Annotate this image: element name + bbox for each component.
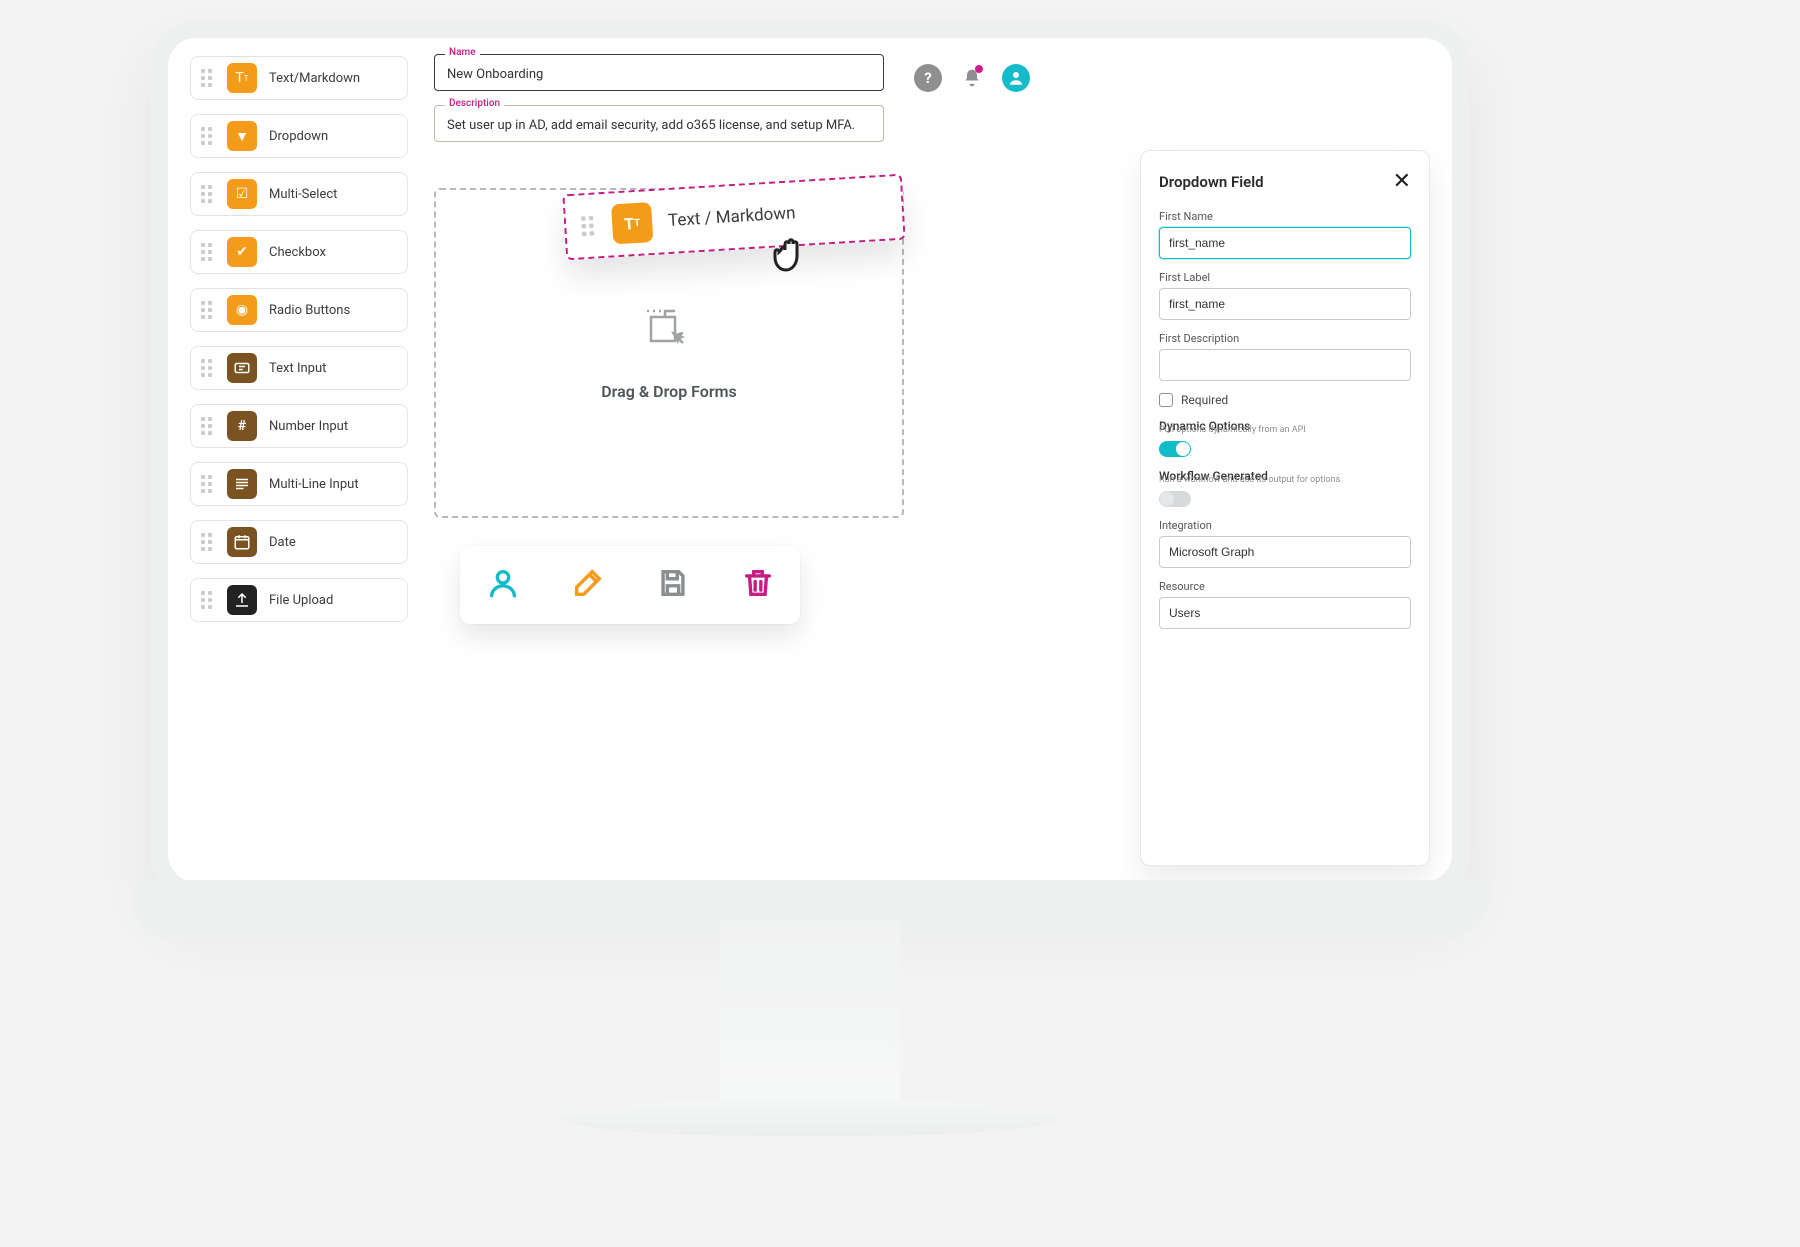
checkbox-icon: ✔ [227,237,257,267]
help-icon[interactable]: ? [914,64,942,92]
drag-handle-icon [581,216,598,237]
resource-label: Resource [1159,580,1411,593]
center-column: Name New Onboarding Description Set user… [434,54,1114,866]
palette-item-label: Radio Buttons [269,303,350,318]
palette-item-label: Date [269,535,296,550]
first-desc-label: First Description [1159,332,1411,345]
text-icon: TT [611,202,653,244]
drag-handle-icon[interactable] [201,69,215,87]
drag-handle-icon[interactable] [201,127,215,145]
integration-input[interactable] [1159,536,1411,568]
integration-label: Integration [1159,519,1411,532]
action-toolbar [460,546,800,624]
first-name-label: First Name [1159,210,1411,223]
dropzone-text: Drag & Drop Forms [601,382,737,401]
close-icon[interactable]: ✕ [1393,169,1411,194]
upload-icon [227,585,257,615]
drag-handle-icon[interactable] [201,591,215,609]
description-label: Description [445,98,504,109]
palette-item-label: Multi-Line Input [269,477,359,492]
drag-handle-icon[interactable] [201,243,215,261]
palette-item-textinput[interactable]: Text Input [190,346,408,390]
monitor-base [560,1100,1060,1136]
drag-handle-icon[interactable] [201,417,215,435]
account-icon[interactable] [1002,64,1030,92]
palette-item-number[interactable]: # Number Input [190,404,408,448]
dropzone-icon [641,305,697,364]
palette-item-multiselect[interactable]: ☑ Multi-Select [190,172,408,216]
field-config-panel: Dropdown Field ✕ First Name First Label … [1140,150,1430,866]
form-description-value: Set user up in AD, add email security, a… [447,118,855,133]
radio-icon: ◉ [227,295,257,325]
required-label: Required [1181,393,1228,407]
edit-action-icon[interactable] [571,566,605,604]
grab-cursor-icon [766,226,818,282]
text-icon: TT [227,63,257,93]
panel-title: Dropdown Field [1159,173,1264,191]
palette-item-label: Text Input [269,361,326,376]
drag-handle-icon[interactable] [201,359,215,377]
drag-handle-icon[interactable] [201,475,215,493]
calendar-icon [227,527,257,557]
palette-item-label: File Upload [269,593,333,608]
save-action-icon[interactable] [656,566,690,604]
dynamic-options-sub: Pull options dynamically from an API [1159,425,1411,435]
field-palette: TT Text/Markdown ▼ Dropdown ☑ Multi-Sele… [190,56,408,866]
name-label: Name [445,47,480,58]
user-action-icon[interactable] [486,566,520,604]
palette-item-dropdown[interactable]: ▼ Dropdown [190,114,408,158]
form-name-field[interactable]: Name New Onboarding [434,54,884,91]
notifications-icon[interactable] [958,64,986,92]
dropdown-icon: ▼ [227,121,257,151]
palette-item-date[interactable]: Date [190,520,408,564]
palette-item-label: Checkbox [269,245,326,260]
number-icon: # [227,411,257,441]
checkbox-icon[interactable] [1159,393,1173,407]
multiline-icon [227,469,257,499]
palette-item-checkbox[interactable]: ✔ Checkbox [190,230,408,274]
resource-input[interactable] [1159,597,1411,629]
form-description-field[interactable]: Description Set user up in AD, add email… [434,105,884,142]
palette-item-fileupload[interactable]: File Upload [190,578,408,622]
app-canvas: TT Text/Markdown ▼ Dropdown ☑ Multi-Sele… [168,38,1452,882]
multiselect-icon: ☑ [227,179,257,209]
workflow-generated-sub: Run a workflow and use its output for op… [1159,475,1411,485]
palette-item-label: Number Input [269,419,348,434]
drag-handle-icon[interactable] [201,185,215,203]
palette-item-label: Multi-Select [269,187,337,202]
first-name-input[interactable] [1159,227,1411,259]
drag-handle-icon[interactable] [201,301,215,319]
monitor-stand [720,920,900,1120]
required-checkbox-row[interactable]: Required [1159,393,1411,407]
palette-item-text-markdown[interactable]: TT Text/Markdown [190,56,408,100]
form-name-value: New Onboarding [447,67,543,82]
palette-item-radio[interactable]: ◉ Radio Buttons [190,288,408,332]
palette-item-label: Dropdown [269,129,328,144]
workflow-generated-toggle[interactable] [1159,491,1191,507]
palette-item-multiline[interactable]: Multi-Line Input [190,462,408,506]
first-label-input[interactable] [1159,288,1411,320]
monitor-frame: TT Text/Markdown ▼ Dropdown ☑ Multi-Sele… [150,20,1470,900]
dynamic-options-toggle[interactable] [1159,441,1191,457]
drag-handle-icon[interactable] [201,533,215,551]
first-label-label: First Label [1159,271,1411,284]
first-desc-input[interactable] [1159,349,1411,381]
delete-action-icon[interactable] [741,566,775,604]
textinput-icon [227,353,257,383]
palette-item-label: Text/Markdown [269,71,360,86]
